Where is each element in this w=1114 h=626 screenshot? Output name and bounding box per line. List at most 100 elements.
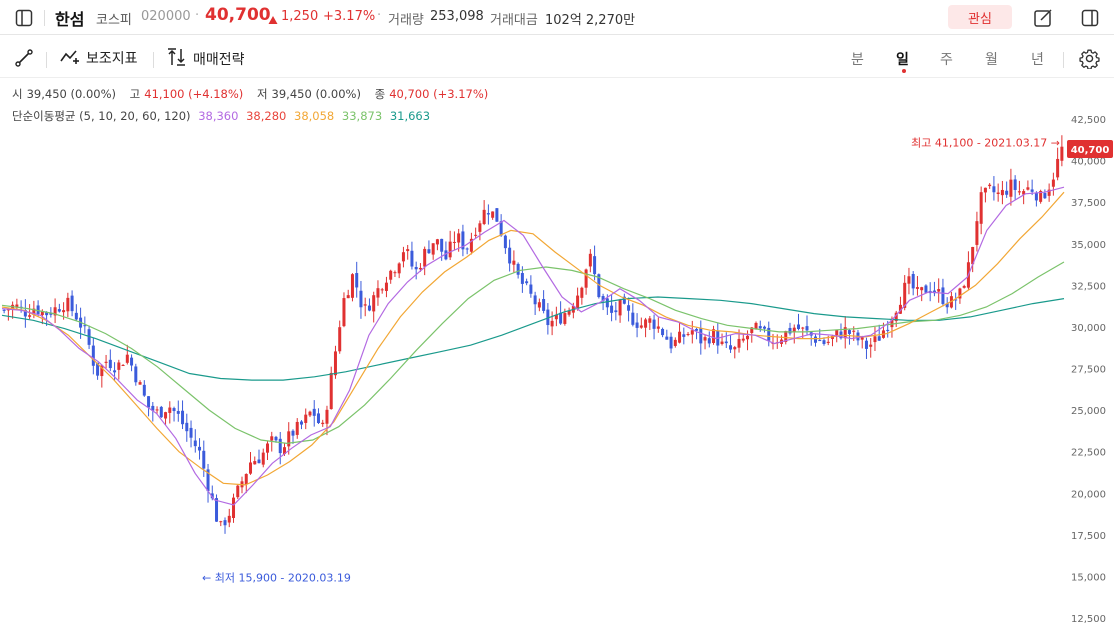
y-tick-label: 17,500 (1071, 531, 1106, 542)
candle-body (652, 319, 656, 329)
candle-body (703, 337, 707, 341)
candle-body (686, 333, 690, 335)
candle-body (108, 359, 112, 369)
candle-body (384, 282, 388, 291)
candle-body (274, 436, 278, 441)
candle-body (1056, 158, 1060, 178)
candle-body (130, 357, 134, 366)
candle-body (822, 340, 826, 344)
candle-body (847, 330, 851, 334)
candle-body (864, 340, 868, 349)
separator-dot: · (377, 8, 382, 23)
candle-body (219, 521, 223, 523)
amount-label: 거래대금 (490, 13, 538, 28)
candle-body (576, 295, 580, 309)
candle-body (181, 410, 185, 425)
candle-body (253, 461, 257, 465)
y-tick-label: 40,000 (1071, 157, 1106, 168)
candle-body (537, 302, 541, 308)
panel-toggle-icon[interactable] (1078, 6, 1102, 30)
candle-body (172, 408, 176, 412)
candle-body (74, 312, 78, 320)
candle-body (788, 327, 792, 334)
settings-gear-icon[interactable] (1079, 48, 1100, 73)
candle-body (287, 431, 291, 447)
candle-body (826, 341, 830, 343)
drawing-tool-button[interactable] (14, 48, 34, 72)
candle-body (57, 309, 61, 312)
strategy-label: 매매전략 (193, 52, 245, 68)
candle-body (996, 192, 1000, 194)
candle-body (338, 327, 342, 352)
stock-market: 코스피 (96, 13, 132, 28)
separator-dot: · (195, 8, 200, 23)
y-tick-label: 25,000 (1071, 406, 1106, 417)
candle-body (559, 312, 563, 324)
candle-body (618, 299, 622, 316)
candle-body (661, 328, 665, 336)
period-tab-minute[interactable]: 분 (851, 49, 864, 69)
candle-body (418, 267, 422, 270)
candle-body (962, 285, 966, 288)
candle-body (495, 208, 499, 222)
price-chart[interactable]: 42,500 40,000 37,500 35,000 32,500 30,000 27,5… (0, 80, 1114, 626)
candle-body (835, 329, 839, 336)
period-tab-month[interactable]: 월 (985, 49, 998, 69)
edit-icon[interactable] (1031, 6, 1055, 30)
candle-body (261, 452, 265, 465)
candle-body (924, 285, 928, 293)
candle-body (193, 440, 197, 447)
y-tick-label: 12,500 (1071, 614, 1106, 625)
candle-body (376, 288, 380, 298)
candle-body (503, 235, 507, 249)
candle-body (720, 341, 724, 344)
candle-body (1043, 193, 1047, 199)
y-tick-label: 42,500 (1071, 115, 1106, 126)
candle-body (363, 304, 367, 306)
candle-body (36, 305, 40, 314)
candle-body (988, 184, 992, 187)
candle-body (992, 186, 996, 193)
candle-body (516, 263, 520, 275)
candle-body (406, 249, 410, 252)
candle-body (724, 341, 728, 344)
candle-body (767, 327, 771, 341)
candle-body (227, 515, 231, 523)
candle-body (66, 297, 70, 312)
candle-body (712, 329, 716, 343)
period-tab-year[interactable]: 년 (1031, 49, 1044, 69)
candle-body (907, 276, 911, 284)
current-price: 40,700 (205, 5, 271, 25)
period-tab-day[interactable]: 일 (896, 49, 909, 69)
candle-body (486, 213, 490, 215)
candle-body (733, 347, 737, 350)
candle-body (584, 269, 588, 288)
toolbar-divider (153, 52, 154, 68)
candle-body (512, 260, 516, 265)
candle-body (431, 243, 435, 255)
candle-body (427, 249, 431, 254)
period-tab-week[interactable]: 주 (940, 49, 953, 69)
candle-body (605, 298, 609, 308)
candle-body (125, 354, 129, 363)
candle-body (325, 409, 329, 424)
strategy-button[interactable]: 매매전략 (167, 48, 245, 70)
candle-body (491, 211, 495, 218)
candle-body (350, 274, 354, 298)
candle-body (873, 336, 877, 343)
candle-body (593, 256, 597, 275)
candle-body (236, 485, 240, 498)
indicator-button[interactable]: 보조지표 (60, 48, 138, 68)
ma5-line (1, 186, 1065, 506)
candle-body (367, 305, 371, 311)
candle-body (2, 309, 6, 311)
watchlist-button[interactable]: 관심 (948, 5, 1012, 29)
sidebar-toggle-icon[interactable] (12, 6, 36, 30)
candle-body (525, 281, 529, 284)
active-period-dot (902, 69, 906, 73)
candle-body (818, 340, 822, 342)
candle-body (70, 295, 74, 312)
candle-body (533, 295, 537, 305)
candle-body (678, 331, 682, 343)
toolbar-divider (1063, 52, 1064, 68)
